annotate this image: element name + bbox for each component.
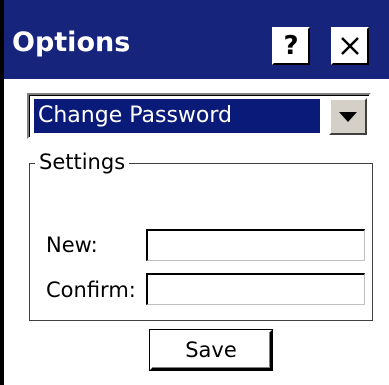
help-button[interactable]: ?: [272, 27, 310, 65]
close-button[interactable]: [331, 27, 369, 65]
dropdown-selected-value: Change Password: [34, 99, 320, 133]
new-password-label: New:: [46, 233, 98, 257]
confirm-password-label: Confirm:: [46, 278, 136, 302]
new-password-field[interactable]: [146, 229, 365, 261]
title-bar: Options ?: [4, 0, 389, 79]
options-dialog: Options ? Change Password Settings New: …: [0, 0, 389, 385]
dropdown-arrow-icon: [339, 111, 357, 122]
help-icon: ?: [283, 31, 299, 61]
confirm-password-field[interactable]: [146, 273, 365, 305]
option-dropdown[interactable]: Change Password: [27, 93, 371, 139]
settings-group-label: Settings: [35, 150, 130, 174]
dropdown-arrow-button[interactable]: [329, 98, 367, 135]
close-icon: [341, 37, 359, 55]
window-title: Options: [12, 27, 131, 58]
save-button[interactable]: Save: [150, 330, 272, 370]
